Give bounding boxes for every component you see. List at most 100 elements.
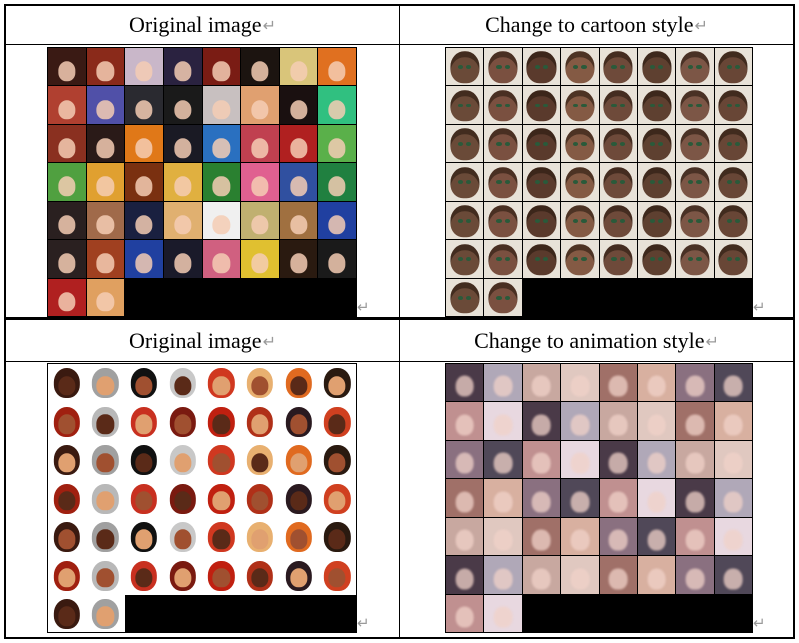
face-thumbnail: [561, 163, 599, 201]
face-thumbnail: [484, 163, 522, 201]
empty-grid-area: [125, 594, 356, 632]
face-thumbnail: [714, 402, 752, 440]
face-thumbnail: [318, 201, 356, 240]
face-thumbnail: [446, 440, 484, 479]
face-thumbnail: [241, 479, 279, 517]
face-thumbnail: [676, 240, 714, 278]
face-thumbnail: [163, 86, 202, 124]
face-thumbnail: [86, 594, 125, 632]
face-thumbnail: [714, 240, 752, 278]
face-thumbnail: [484, 594, 522, 632]
face-thumbnail: [48, 240, 86, 278]
face-thumbnail: [446, 163, 484, 201]
face-thumbnail: [163, 402, 202, 440]
header-text: Change to cartoon style: [485, 12, 694, 37]
return-mark: ↵: [705, 331, 719, 351]
face-thumbnail: [125, 517, 163, 556]
face-thumbnail: [318, 124, 356, 163]
face-thumbnail: [241, 440, 279, 479]
return-mark: ↵: [694, 15, 708, 35]
face-thumbnail: [202, 479, 241, 517]
face-thumbnail: [48, 86, 86, 124]
face-thumbnail: [86, 440, 125, 479]
return-mark: ↵: [262, 331, 276, 351]
face-thumbnail: [241, 124, 279, 163]
face-thumbnail: [48, 163, 86, 201]
face-thumbnail: [202, 402, 241, 440]
face-thumbnail: [561, 240, 599, 278]
face-thumbnail: [48, 402, 86, 440]
face-thumbnail: [522, 364, 561, 402]
face-thumbnail: [86, 201, 125, 240]
face-thumbnail: [163, 556, 202, 594]
face-thumbnail: [241, 86, 279, 124]
face-thumbnail: [522, 517, 561, 556]
face-thumbnail: [446, 364, 484, 402]
face-thumbnail: [279, 163, 318, 201]
face-thumbnail: [561, 124, 599, 163]
face-thumbnail: [202, 86, 241, 124]
face-thumbnail: [279, 86, 318, 124]
face-thumbnail: [48, 440, 86, 479]
face-thumbnail: [714, 48, 752, 86]
face-thumbnail: [48, 201, 86, 240]
face-thumbnail: [86, 364, 125, 402]
face-thumbnail: [484, 124, 522, 163]
face-thumbnail: [86, 479, 125, 517]
face-thumbnail: [279, 402, 318, 440]
return-mark: ↵: [262, 15, 276, 35]
face-thumbnail: [522, 163, 561, 201]
face-thumbnail: [676, 402, 714, 440]
face-thumbnail: [637, 201, 676, 240]
face-thumbnail: [446, 556, 484, 594]
face-thumbnail: [48, 124, 86, 163]
face-thumbnail: [599, 124, 637, 163]
face-thumbnail: [446, 48, 484, 86]
face-thumbnail: [202, 517, 241, 556]
face-thumbnail: [714, 517, 752, 556]
face-thumbnail: [446, 240, 484, 278]
face-thumbnail: [318, 364, 356, 402]
face-thumbnail: [561, 440, 599, 479]
face-thumbnail: [561, 402, 599, 440]
face-thumbnail: [86, 517, 125, 556]
face-thumbnail: [484, 48, 522, 86]
face-thumbnail: [676, 556, 714, 594]
face-thumbnail: [446, 402, 484, 440]
face-thumbnail: [446, 124, 484, 163]
face-thumbnail: [637, 479, 676, 517]
face-thumbnail: [446, 86, 484, 124]
face-thumbnail: [318, 517, 356, 556]
face-thumbnail: [446, 201, 484, 240]
row2-right-header: Change to animation style ↵: [400, 322, 793, 360]
face-thumbnail: [522, 402, 561, 440]
face-thumbnail: [522, 86, 561, 124]
face-thumbnail: [561, 517, 599, 556]
face-thumbnail: [714, 440, 752, 479]
face-thumbnail: [714, 479, 752, 517]
face-thumbnail: [318, 163, 356, 201]
empty-grid-area: [522, 594, 752, 632]
face-thumbnail: [163, 364, 202, 402]
header-text: Original image: [129, 328, 262, 353]
return-mark: ↵: [357, 614, 370, 632]
face-thumbnail: [318, 479, 356, 517]
face-thumbnail: [86, 86, 125, 124]
face-thumbnail: [561, 364, 599, 402]
face-thumbnail: [241, 201, 279, 240]
return-mark: ↵: [753, 614, 766, 632]
face-thumbnail: [86, 240, 125, 278]
original-anime-image-grid: [47, 47, 357, 317]
return-mark: ↵: [357, 298, 370, 316]
row1-header-divider: [4, 44, 795, 45]
face-thumbnail: [599, 240, 637, 278]
face-thumbnail: [48, 594, 86, 632]
face-thumbnail: [125, 440, 163, 479]
face-thumbnail: [318, 48, 356, 86]
face-thumbnail: [86, 48, 125, 86]
face-thumbnail: [279, 240, 318, 278]
face-thumbnail: [202, 201, 241, 240]
face-thumbnail: [676, 163, 714, 201]
face-thumbnail: [48, 479, 86, 517]
face-thumbnail: [318, 402, 356, 440]
